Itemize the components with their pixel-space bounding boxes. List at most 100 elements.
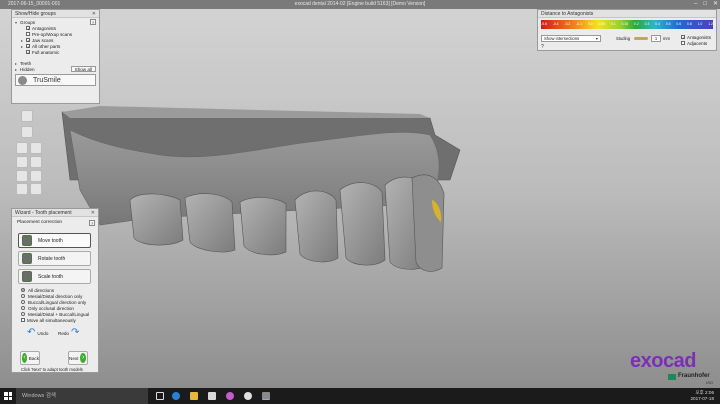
scale-tick-label: 1.2 [708,22,713,26]
studing-unit: mm [663,36,670,41]
direction-arrows-icon[interactable] [30,170,42,182]
move-tooth-button[interactable]: Move tooth [18,233,91,248]
intersections-dropdown[interactable]: Show intersections ▾ [541,35,601,42]
window-controls: – □ ✕ [694,0,718,9]
scale-tooth-button[interactable]: Scale tooth [18,269,91,284]
scale-tick-label: 1.0 [697,22,703,26]
direction-arrows-icon[interactable] [30,142,42,154]
close-icon[interactable]: ✕ [92,10,96,18]
hidden-label: Hidden [20,66,35,72]
group-label: Jaw scans [32,37,54,43]
close-icon[interactable]: ✕ [713,0,718,9]
exocad-taskbar-icon[interactable] [262,392,270,400]
minimize-icon[interactable]: – [694,0,697,9]
radio[interactable] [21,300,25,304]
group-label: Antagonists [32,25,57,31]
tooth-view-icon[interactable] [21,110,33,122]
trusmile-button[interactable]: TruSmile [15,74,96,86]
button-label: Rotate tooth [38,255,66,262]
app-icon[interactable] [226,392,234,400]
radio[interactable] [21,288,25,292]
hidden-header[interactable]: ▸ Hidden Show all [15,66,96,72]
checkbox[interactable]: ✓ [26,44,30,49]
show-hide-title: Show/Hide groups [15,11,56,17]
adjacents-option[interactable]: Adjacents [681,40,707,46]
direction-arrows-icon[interactable] [30,156,42,168]
direction-arrows-icon[interactable] [16,170,28,182]
direction-arrows-icon[interactable] [16,156,28,168]
radio[interactable] [21,312,25,316]
tooth-view-icon[interactable] [21,126,33,138]
scale-tick-label: 0.5 [665,22,671,26]
option-label: Mesial/Distal + Buccal/Lingual [28,311,90,317]
direction-arrows-icon[interactable] [30,183,42,195]
jaw-model-viewport[interactable] [40,90,480,290]
jaw-base-top [62,106,430,118]
scale-tick-label: -0.1 [576,22,582,26]
help-icon[interactable]: ? [89,220,95,226]
maximize-icon[interactable]: □ [703,0,707,9]
direction-option[interactable]: Mesial/Distal + Buccal/Lingual [21,311,89,317]
rotate-tooth-button[interactable]: Rotate tooth [18,251,91,266]
checkbox[interactable]: ✓ [26,50,30,55]
radio[interactable] [21,294,25,298]
direction-option[interactable]: Mesial/Distal direction only [21,293,89,299]
scale-tick-label: 0.1 [610,22,616,26]
undo-label: Undo [37,330,49,336]
system-clock[interactable]: 오후 2:06 2017-07-18 [691,390,715,402]
studing-slider[interactable] [634,37,648,40]
move-tooth-icon [22,235,32,246]
checkbox[interactable] [21,318,25,322]
app-icon[interactable] [244,392,252,400]
back-button[interactable]: ‹ Back [20,351,40,365]
show-all-button[interactable]: Show all [70,66,96,72]
option-label: Mesial/Distal direction only [28,293,83,299]
taskbar: Windows 검색 오후 2:06 2017-07-18 [0,388,720,404]
fraunhofer-sub: IGD [706,380,714,385]
direction-arrows-icon[interactable] [16,142,28,154]
scale-tick-label: -0.6 [541,22,547,26]
studing-input[interactable]: 1 [651,35,661,42]
checkbox[interactable]: ✓ [681,35,685,40]
scale-tick-label: 0.4 [655,22,660,26]
trusmile-label: TruSmile [33,76,61,84]
title-bar: 2017-06-15_00001-001 exocad dental 2014-… [0,0,720,9]
next-button[interactable]: Next › [68,351,88,365]
taskbar-search[interactable]: Windows 검색 [16,388,148,404]
redo-button[interactable]: Redo ↷ [58,328,79,338]
group-label: Full anatomic [32,49,60,55]
studing-label: Studing [616,36,631,41]
file-explorer-icon[interactable] [190,392,198,400]
tooth-premolar-2 [339,182,386,266]
edge-browser-icon[interactable] [172,392,180,400]
move-all-option[interactable]: Move all simultaneously [21,317,89,323]
tooth-incisor [411,174,445,272]
direction-arrows-icon[interactable] [16,183,28,195]
direction-option[interactable]: Buccal/Lingual direction only [21,299,89,305]
redo-icon: ↷ [70,327,80,338]
store-icon[interactable] [208,392,216,400]
group-label: All other parts [32,43,61,49]
option-label: Only occlusal direction [28,305,74,311]
checkbox[interactable] [681,41,685,45]
windows-start-icon[interactable] [4,392,12,400]
task-view-icon[interactable] [156,392,164,400]
checkbox[interactable] [26,32,30,36]
checkbox[interactable]: ✓ [26,38,30,43]
checkbox[interactable]: ✓ [26,26,30,31]
wizard-header: Wizard - Tooth placement ✕ [12,209,98,217]
scale-tick-label: 0.15 [621,22,629,26]
radio[interactable] [21,306,25,310]
help-icon[interactable]: ? [541,44,544,50]
fraunhofer-icon [668,374,676,380]
group-item[interactable]: ✓ Full anatomic [21,49,96,55]
scale-tick-label: 0.6 [676,22,682,26]
scale-tick-label: 0.8 [687,22,692,26]
dropdown-value: Show intersections [544,36,580,41]
direction-options: All directions Mesial/Distal direction o… [21,287,89,323]
help-icon[interactable]: ? [90,19,96,25]
close-icon[interactable]: ✕ [91,209,95,217]
undo-button[interactable]: ↶ Undo [27,328,48,338]
exocad-wordmark: exocad [630,350,696,372]
distance-header: Distance to Antagonists [538,10,716,18]
